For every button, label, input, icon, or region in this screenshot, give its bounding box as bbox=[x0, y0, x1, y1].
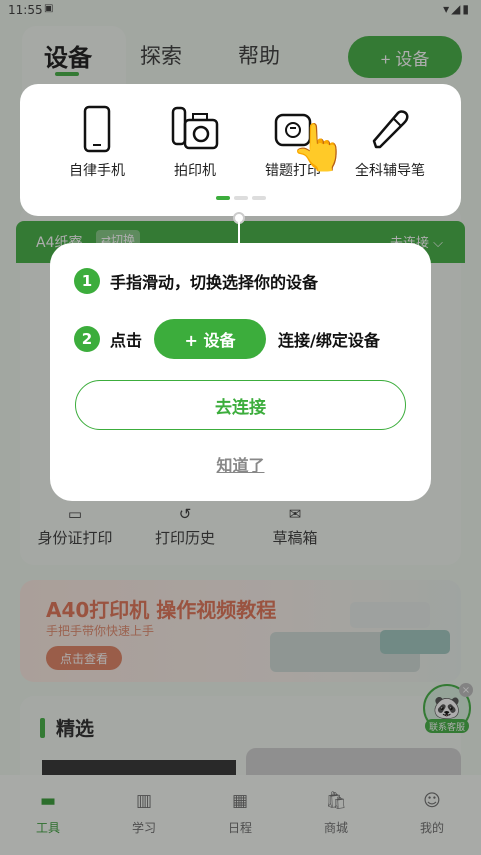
pagination-dot bbox=[252, 196, 266, 200]
dismiss-link[interactable]: 知道了 bbox=[50, 452, 431, 476]
device-label: 全科辅导笔 bbox=[355, 163, 425, 179]
device-label: 拍印机 bbox=[174, 163, 216, 179]
pagination-dot bbox=[234, 196, 248, 200]
add-device-example-button[interactable]: + 设备 bbox=[154, 319, 267, 359]
swipe-hand-icon: 👆 bbox=[290, 120, 348, 174]
step-text: 连接/绑定设备 bbox=[278, 331, 380, 350]
step-number: 1 bbox=[74, 268, 100, 294]
step-number: 2 bbox=[74, 326, 100, 352]
device-item-pen[interactable]: 全科辅导笔 bbox=[345, 104, 435, 180]
device-item-phone[interactable]: 自律手机 bbox=[52, 104, 142, 180]
device-carousel[interactable]: 自律手机 拍印机 错题打印 全科辅导笔 bbox=[20, 84, 461, 216]
device-item-camera-printer[interactable]: 拍印机 bbox=[150, 104, 240, 180]
guide-step-2: 2 点击 + 设备 连接/绑定设备 bbox=[74, 319, 380, 359]
carousel-pagination bbox=[216, 196, 272, 200]
step-text: 手指滑动，切换选择你的设备 bbox=[110, 273, 319, 292]
device-label: 自律手机 bbox=[69, 163, 125, 179]
camera-printer-icon bbox=[150, 104, 240, 154]
phone-icon bbox=[52, 104, 142, 154]
pen-icon bbox=[345, 104, 435, 154]
guide-connector-line bbox=[238, 222, 240, 244]
step-text: 点击 bbox=[110, 331, 143, 350]
guide-dialog: 1 手指滑动，切换选择你的设备 2 点击 + 设备 连接/绑定设备 去连接 知道… bbox=[50, 243, 431, 501]
guide-step-1: 1 手指滑动，切换选择你的设备 bbox=[74, 266, 318, 296]
go-connect-button[interactable]: 去连接 bbox=[75, 380, 406, 430]
pagination-dot-active bbox=[216, 196, 230, 200]
